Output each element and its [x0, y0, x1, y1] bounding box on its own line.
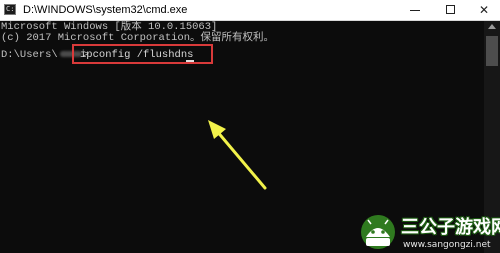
watermark: 三公子游戏网 www.sangongzi.net — [358, 214, 500, 253]
watermark-url: www.sangongzi.net — [403, 240, 491, 250]
watermark-title: 三公子游戏网 — [401, 217, 500, 238]
cmd-window: C:\ D:\WINDOWS\system32\cmd.exe ✕ Micros… — [0, 0, 500, 253]
android-logo-icon — [361, 215, 395, 249]
